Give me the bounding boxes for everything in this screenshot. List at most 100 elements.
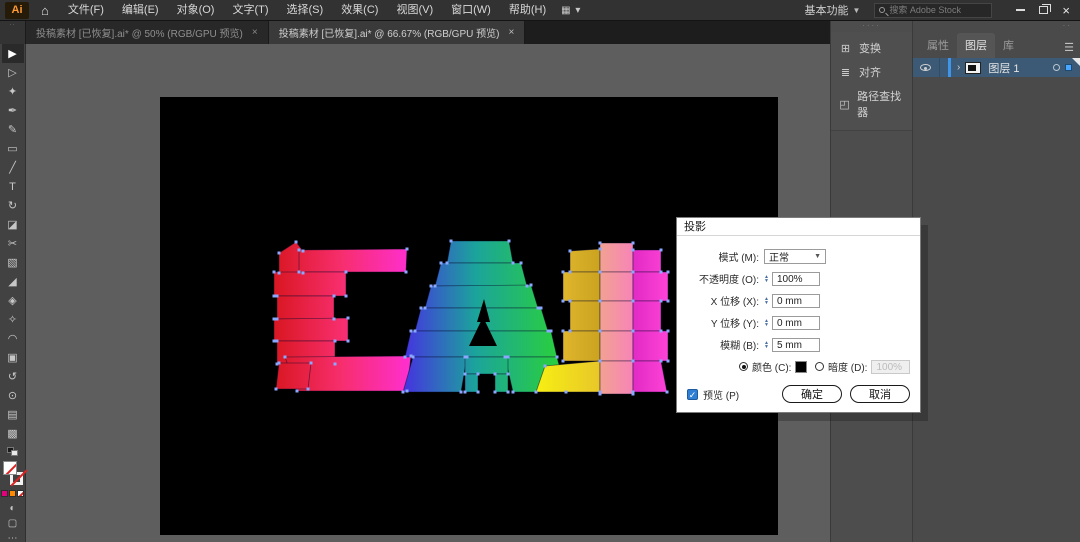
anchor-point[interactable] [562, 360, 565, 363]
cancel-button[interactable]: 取消 [850, 385, 910, 403]
mesh-patch-i-left-1[interactable] [570, 249, 600, 272]
anchor-point[interactable] [406, 248, 409, 251]
anchor-point[interactable] [273, 295, 276, 298]
anchor-point[interactable] [333, 318, 336, 321]
anchor-point[interactable] [632, 391, 635, 394]
direct-selection-tool[interactable]: ▷ [2, 63, 24, 82]
layer-thumbnail[interactable] [965, 62, 981, 74]
anchor-point[interactable] [537, 307, 540, 310]
mesh-patch-a-band-3[interactable] [425, 285, 538, 308]
rectangle-tool[interactable]: ▭ [2, 139, 24, 158]
anchor-point[interactable] [565, 391, 568, 394]
artboard-tool[interactable]: ▣ [2, 348, 24, 367]
anchor-point[interactable] [632, 249, 635, 252]
fill-stroke-indicator[interactable] [2, 461, 24, 485]
menu-item-3[interactable]: 对象(O) [168, 0, 224, 21]
mesh-patch-i-right-1[interactable] [633, 250, 661, 272]
panel-tab-3[interactable]: 库 [995, 33, 1022, 58]
dock-drag-handle[interactable]: ···· [831, 21, 912, 32]
anchor-point[interactable] [276, 295, 279, 298]
anchor-point[interactable] [667, 271, 670, 274]
shape-builder-tool[interactable]: ▩ [2, 424, 24, 443]
document-tab-2[interactable]: 投稿素材 [已恢复].ai* @ 66.67% (RGB/GPU 预览)× [269, 21, 526, 44]
anchor-point[interactable] [404, 356, 407, 359]
anchor-point[interactable] [632, 242, 635, 245]
menu-item-5[interactable]: 选择(S) [278, 0, 333, 21]
anchor-point[interactable] [512, 391, 515, 394]
anchor-point[interactable] [562, 300, 565, 303]
anchor-point[interactable] [508, 240, 511, 243]
mesh-patch-i-mid-2[interactable] [600, 272, 633, 301]
anchor-point[interactable] [632, 300, 635, 303]
anchor-point[interactable] [334, 363, 337, 366]
mesh-patch-a-cap[interactable] [447, 241, 513, 263]
anchor-point[interactable] [347, 340, 350, 343]
search-input[interactable] [889, 5, 987, 15]
pen-tool[interactable]: ✒ [2, 101, 24, 120]
color-radio[interactable] [739, 362, 748, 371]
fill-none-indicator[interactable] [3, 461, 17, 475]
anchor-point[interactable] [599, 393, 602, 396]
anchor-point[interactable] [569, 330, 572, 333]
anchor-point[interactable] [632, 360, 635, 363]
mesh-patch-i-mid-4[interactable] [600, 331, 633, 361]
panel-tab-2[interactable]: 图层 [957, 33, 995, 58]
mesh-patch-c-spine-3[interactable] [274, 318, 348, 341]
opacity-field[interactable]: 100% [772, 272, 820, 286]
mesh-patch-i-left-3[interactable] [570, 301, 600, 331]
anchor-point[interactable] [599, 248, 602, 251]
anchor-point[interactable] [345, 295, 348, 298]
anchor-point[interactable] [494, 373, 497, 376]
anchor-point[interactable] [296, 390, 299, 393]
mesh-patch-c-foot[interactable] [276, 363, 311, 389]
anchor-point[interactable] [307, 388, 310, 391]
mesh-patch-i-mid-1[interactable] [600, 243, 633, 272]
opacity-stepper[interactable]: ▲▼ [764, 275, 769, 283]
restore-button[interactable] [1039, 6, 1048, 14]
anchor-point[interactable] [660, 330, 663, 333]
anchor-point[interactable] [666, 391, 669, 394]
close-button[interactable]: × [1062, 4, 1070, 17]
visibility-eye-icon[interactable] [920, 64, 931, 71]
anchor-point[interactable] [544, 365, 547, 368]
anchor-point[interactable] [302, 272, 305, 275]
mode-select[interactable]: 正常 ▼ [764, 249, 826, 264]
anchor-point[interactable] [520, 262, 523, 265]
dialog-title[interactable]: 投影 [677, 218, 920, 236]
color-chip-orange[interactable] [9, 490, 16, 497]
type-tool[interactable]: T [2, 177, 24, 196]
anchor-point[interactable] [569, 271, 572, 274]
menu-item-9[interactable]: 帮助(H) [500, 0, 555, 21]
menu-item-7[interactable]: 视图(V) [387, 0, 442, 21]
mesh-patch-a-prong-right[interactable] [495, 374, 508, 392]
anchor-point[interactable] [504, 356, 507, 359]
layer-name[interactable]: 图层 1 [988, 60, 1019, 76]
mesh-patch-i-right-2[interactable] [633, 272, 668, 301]
anchor-point[interactable] [562, 271, 565, 274]
anchor-point[interactable] [550, 330, 553, 333]
mesh-patch-a-prong-left[interactable] [465, 374, 478, 392]
expand-chevron-icon[interactable]: › [957, 62, 960, 73]
anchor-point[interactable] [599, 360, 602, 363]
anchor-point[interactable] [540, 307, 543, 310]
mesh-patch-c-spine-1[interactable] [274, 272, 346, 296]
anchor-point[interactable] [278, 362, 281, 365]
scissors-tool[interactable]: ✂ [2, 234, 24, 253]
anchor-point[interactable] [464, 373, 467, 376]
ok-button[interactable]: 确定 [782, 385, 842, 403]
preview-checkbox[interactable]: ✓ [687, 389, 698, 400]
paintbrush-tool[interactable]: ✎ [2, 120, 24, 139]
drawing-mode-button[interactable]: ◐ [9, 503, 15, 518]
anchor-point[interactable] [530, 284, 533, 287]
anchor-point[interactable] [512, 262, 515, 265]
anchor-point[interactable] [410, 330, 413, 333]
mesh-patch-i-mid-3[interactable] [600, 301, 633, 331]
graph-tool[interactable]: ▤ [2, 405, 24, 424]
layer-row[interactable]: › 图层 1 [913, 58, 1080, 77]
minimize-button[interactable] [1016, 9, 1025, 11]
anchor-point[interactable] [276, 318, 279, 321]
selection-tool[interactable]: ▶ [2, 44, 24, 63]
mesh-patch-i-left-2[interactable] [563, 272, 600, 301]
anchor-point[interactable] [414, 330, 417, 333]
anchor-point[interactable] [430, 285, 433, 288]
